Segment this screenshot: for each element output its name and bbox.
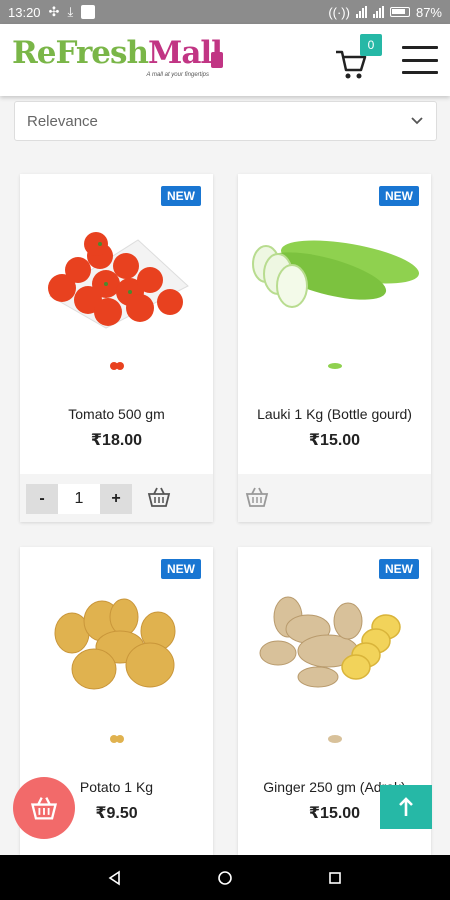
signal-icon-2 bbox=[372, 6, 384, 18]
quantity-increase-button[interactable]: + bbox=[100, 484, 132, 514]
logo-tagline: A mall at your fingertips bbox=[146, 72, 209, 78]
back-button[interactable] bbox=[104, 867, 126, 889]
arrows-icon: ✣ bbox=[48, 4, 60, 19]
hamburger-menu-button[interactable] bbox=[402, 46, 438, 74]
home-button[interactable] bbox=[214, 867, 236, 889]
basket-icon bbox=[30, 797, 58, 820]
sort-selected-value: Relevance bbox=[27, 112, 98, 130]
ginger-thumbnail bbox=[328, 735, 342, 743]
recents-square-icon bbox=[329, 871, 341, 884]
potato-image bbox=[54, 598, 176, 690]
menu-line bbox=[402, 58, 438, 62]
recents-button[interactable] bbox=[324, 867, 346, 889]
potato-thumbnail bbox=[110, 735, 124, 743]
back-triangle-icon bbox=[108, 870, 120, 885]
battery-icon bbox=[389, 7, 410, 17]
bottle-gourd-image bbox=[252, 240, 420, 308]
battery-percent: 87% bbox=[415, 4, 442, 20]
product-card[interactable]: NEW Lauki 1 Kg (Bottle gourd) ₹15.00 bbox=[238, 174, 431, 522]
shopping-bag-icon bbox=[211, 52, 223, 68]
status-time: 13:20 bbox=[8, 4, 41, 20]
ginger-image bbox=[259, 596, 401, 688]
new-badge: NEW bbox=[379, 186, 419, 206]
square-icon bbox=[81, 5, 96, 19]
menu-line bbox=[402, 46, 438, 49]
floating-basket-button[interactable] bbox=[13, 777, 75, 839]
product-price: ₹15.00 bbox=[308, 432, 361, 449]
product-name[interactable]: Lauki 1 Kg (Bottle gourd) bbox=[238, 406, 431, 422]
home-circle-icon bbox=[218, 870, 232, 885]
app-header: ReFreshMall A mall at your fingertips 0 bbox=[0, 24, 450, 96]
tomato-image bbox=[48, 232, 189, 329]
logo[interactable]: ReFreshMall A mall at your fingertips bbox=[12, 34, 227, 86]
product-price: ₹18.00 bbox=[90, 432, 143, 449]
system-navigation-bar bbox=[0, 855, 450, 900]
scroll-to-top-button[interactable] bbox=[380, 785, 432, 829]
new-badge: NEW bbox=[161, 186, 201, 206]
card-footer bbox=[238, 474, 431, 522]
download-icon: ⤓ bbox=[67, 4, 74, 19]
sort-select[interactable]: Relevance bbox=[14, 101, 437, 141]
cart-button[interactable]: 0 bbox=[334, 34, 382, 84]
tomato-thumbnail bbox=[110, 362, 124, 370]
status-bar: 13:20 ✣ ⤓ ((·)) 87% bbox=[0, 0, 450, 24]
chevron-down-icon bbox=[411, 117, 423, 125]
product-name[interactable]: Tomato 500 gm bbox=[20, 406, 213, 422]
new-badge: NEW bbox=[379, 559, 419, 579]
wifi-icon: ((·)) bbox=[328, 4, 350, 20]
product-card[interactable]: NEW Tomato 500 gm ₹18.00 - + bbox=[20, 174, 213, 522]
logo-text: ReFreshMall bbox=[12, 35, 223, 71]
quantity-input[interactable] bbox=[58, 484, 100, 514]
bottle-gourd-thumbnail bbox=[328, 363, 342, 369]
cart-count-badge: 0 bbox=[360, 34, 382, 56]
basket-icon[interactable] bbox=[146, 484, 172, 510]
basket-icon[interactable] bbox=[244, 484, 270, 510]
logo-main: ReFresh bbox=[12, 35, 149, 71]
arrow-up-icon bbox=[399, 797, 413, 816]
new-badge: NEW bbox=[161, 559, 201, 579]
quantity-decrease-button[interactable]: - bbox=[26, 484, 58, 514]
card-footer: - + bbox=[20, 474, 213, 522]
menu-line bbox=[402, 71, 438, 74]
signal-icon bbox=[355, 6, 367, 18]
